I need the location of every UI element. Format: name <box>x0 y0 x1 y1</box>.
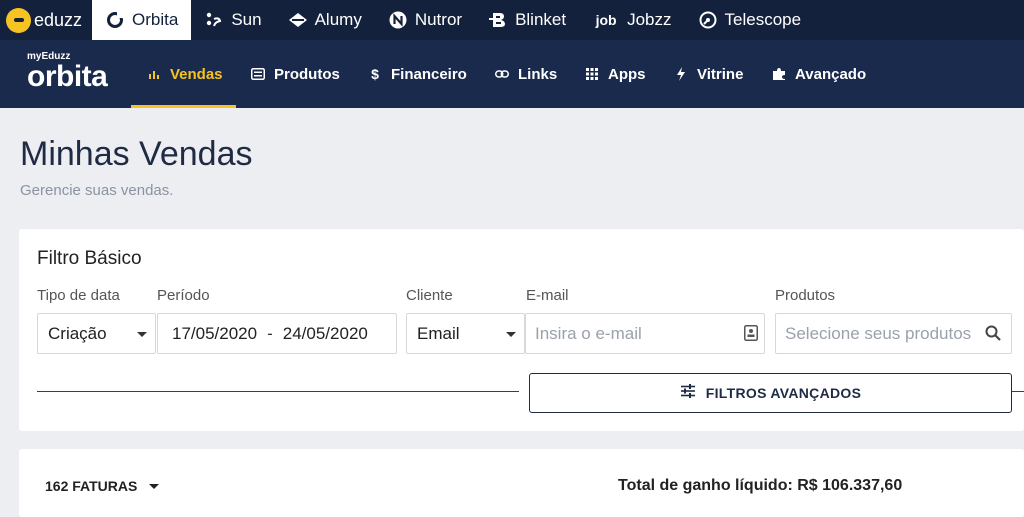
page-subtitle: Gerencie suas vendas. <box>20 182 174 199</box>
blinket-icon <box>488 10 508 30</box>
date-type-label: Tipo de data <box>37 287 120 304</box>
period-label: Período <box>157 287 210 304</box>
sliders-icon <box>680 384 696 402</box>
sun-icon <box>204 10 224 30</box>
app-label: Orbita <box>132 10 179 29</box>
logo-big-text: orbita <box>27 60 108 93</box>
app-label: Sun <box>231 10 262 29</box>
date-type-select[interactable]: Criação <box>37 313 156 354</box>
sales-summary-card: 162 FATURAS Total de ganho líquido: R$ 1… <box>19 449 1024 517</box>
app-label: Nutror <box>414 10 463 29</box>
nav-avancado[interactable]: Avançado <box>771 40 866 108</box>
app-switcher-bar: eduzz Orbita Sun Alumy Nutror Blinket jo… <box>0 0 1024 40</box>
bar-chart-icon <box>146 68 162 80</box>
main-navbar: myEduzz orbita Vendas Produtos $ Finance… <box>0 40 1024 108</box>
email-label: E-mail <box>526 287 569 304</box>
nav-label: Produtos <box>274 65 340 83</box>
products-label: Produtos <box>775 287 836 304</box>
divider-right <box>1012 391 1024 392</box>
app-label: Jobzz <box>627 10 672 29</box>
advanced-filters-button[interactable]: FILTROS AVANÇADOS <box>529 373 1012 413</box>
period-start[interactable]: 17/05/2020 <box>172 324 257 344</box>
invoices-count-dropdown[interactable]: 162 FATURAS <box>45 478 160 494</box>
search-icon[interactable] <box>985 325 1001 346</box>
period-date-range[interactable]: 17/05/2020 - 24/05/2020 <box>157 313 397 354</box>
page-title: Minhas Vendas <box>20 135 253 173</box>
date-type-value: Criação <box>48 323 107 343</box>
app-label: Telescope <box>724 10 802 29</box>
nav-vitrine[interactable]: Vitrine <box>673 40 743 108</box>
basic-filter-card: Filtro Básico Tipo de data Período Clien… <box>19 229 1024 431</box>
chevron-down-icon <box>149 483 160 489</box>
net-earnings-total: Total de ganho líquido: R$ 106.337,60 <box>618 477 903 494</box>
invoices-count: 162 FATURAS <box>45 478 138 494</box>
products-placeholder: Selecione seus produtos <box>785 323 972 343</box>
app-telescope[interactable]: Telescope <box>685 0 815 40</box>
orbita-logo[interactable]: myEduzz orbita <box>27 52 108 93</box>
app-label: Blinket <box>515 10 567 29</box>
jobzz-icon: jo b <box>595 12 617 28</box>
nav-links[interactable]: Links <box>494 40 557 108</box>
dollar-icon: $ <box>371 66 379 82</box>
nav-label: Apps <box>608 65 646 83</box>
chevron-down-icon <box>506 332 516 337</box>
app-blinket[interactable]: Blinket <box>475 0 579 40</box>
telescope-icon <box>698 10 718 30</box>
grid-icon <box>584 68 600 80</box>
link-icon <box>494 69 510 79</box>
period-end[interactable]: 24/05/2020 <box>283 324 368 344</box>
chevron-down-icon <box>137 332 147 337</box>
eduzz-logo-icon <box>6 7 31 33</box>
client-label: Cliente <box>406 287 453 304</box>
period-separator: - <box>267 323 273 343</box>
nav-vendas[interactable]: Vendas <box>146 40 223 108</box>
nav-apps[interactable]: Apps <box>584 40 646 108</box>
advanced-filters-label: FILTROS AVANÇADOS <box>705 385 862 401</box>
nutror-icon <box>388 10 408 30</box>
app-orbita[interactable]: Orbita <box>92 0 192 40</box>
app-jobzz[interactable]: jo b Jobzz <box>579 0 684 40</box>
brand-label: eduzz <box>34 9 83 30</box>
contact-card-icon[interactable] <box>744 325 758 346</box>
nav-label: Vendas <box>170 65 223 83</box>
alumy-icon <box>288 10 308 30</box>
nav-label: Links <box>518 65 558 83</box>
nav-label: Avançado <box>795 65 867 83</box>
list-icon <box>250 68 266 80</box>
app-nutror[interactable]: Nutror <box>375 0 475 40</box>
nav-label: Vitrine <box>697 65 744 83</box>
orbita-icon <box>105 10 125 30</box>
client-select[interactable]: Email <box>406 313 525 354</box>
divider-left <box>37 391 519 392</box>
client-value: Email <box>417 323 460 343</box>
nav-label: Financeiro <box>391 65 467 83</box>
nav-financeiro[interactable]: $ Financeiro <box>367 40 467 108</box>
eduzz-brand[interactable]: eduzz <box>0 0 92 40</box>
app-label: Alumy <box>314 10 362 29</box>
email-placeholder: Insira o e-mail <box>535 323 642 343</box>
email-input[interactable]: Insira o e-mail <box>525 313 765 354</box>
products-select[interactable]: Selecione seus produtos <box>775 313 1012 354</box>
nav-produtos[interactable]: Produtos <box>250 40 340 108</box>
filter-title: Filtro Básico <box>37 248 142 269</box>
active-tab-indicator <box>131 105 236 108</box>
bolt-icon <box>673 67 689 81</box>
app-alumy[interactable]: Alumy <box>275 0 375 40</box>
app-sun[interactable]: Sun <box>191 0 274 40</box>
puzzle-icon <box>771 67 787 81</box>
